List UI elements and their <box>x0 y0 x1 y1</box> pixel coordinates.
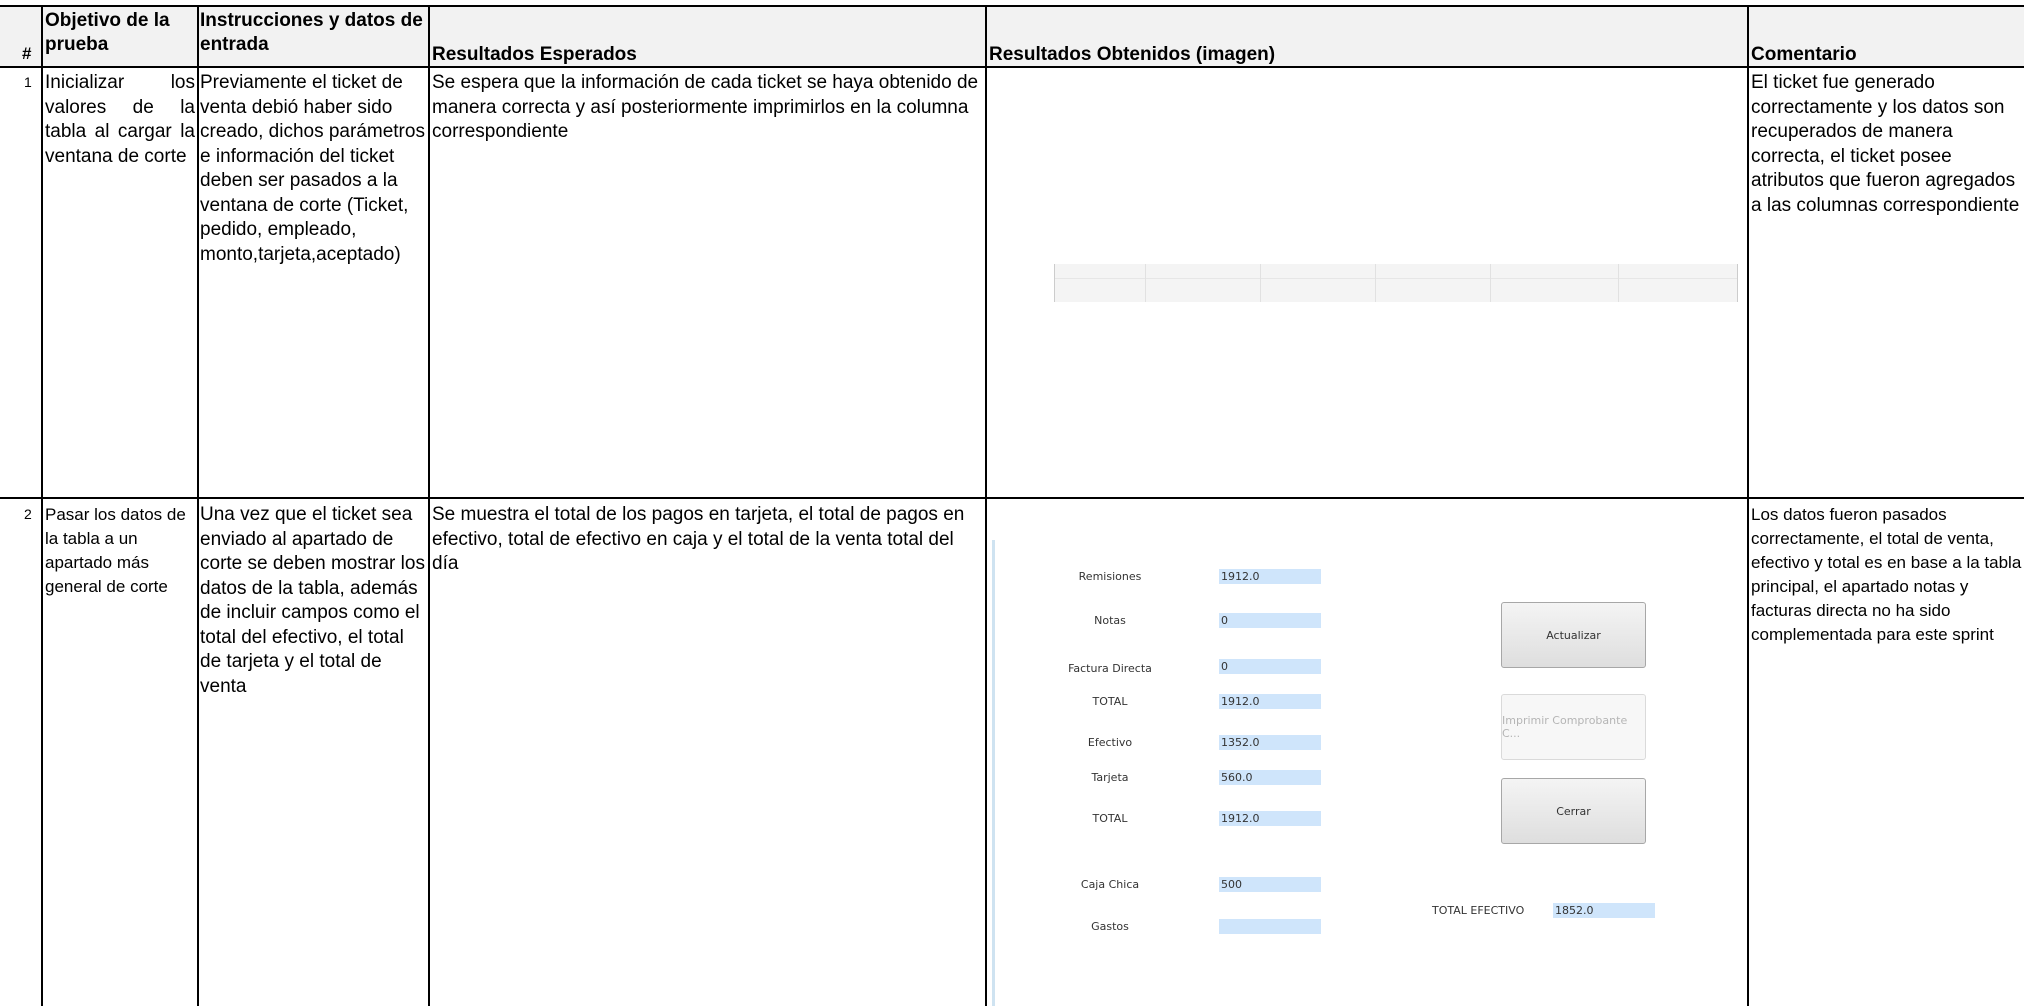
row-1-comentario: El ticket fue generado correctamente y l… <box>1751 72 2020 216</box>
actualizar-button[interactable]: Actualizar <box>1501 602 1646 668</box>
header-obtenidos: Resultados Obtenidos (imagen) <box>989 44 1276 65</box>
row-2-num: 2 <box>24 506 32 522</box>
row-1-esperados: Se espera que la información de cada tic… <box>432 72 979 142</box>
header-comentario: Comentario <box>1751 44 1857 65</box>
field-label-tarjeta: Tarjeta <box>1091 771 1129 784</box>
field-label-gastos: Gastos <box>1091 920 1129 933</box>
field-label-factura-directa: Factura Directa <box>1068 662 1152 675</box>
ticket-table-screenshot <box>1054 264 1738 302</box>
field-label-remisiones: Remisiones <box>1078 570 1142 583</box>
row-2-esperados: Se muestra el total de los pagos en tarj… <box>432 504 965 574</box>
row-2-instrucciones: Una vez que el ticket sea enviado al apa… <box>200 504 425 697</box>
col-divider-2 <box>197 6 199 1006</box>
header-esperados: Resultados Esperados <box>432 44 637 65</box>
field-label-efectivo: Efectivo <box>1087 736 1133 749</box>
row-1-bottom-border <box>0 497 2024 499</box>
header-num: # <box>22 44 32 63</box>
row-1-num: 1 <box>24 74 32 90</box>
header-instrucciones: Instrucciones y datos de entrada <box>200 10 423 55</box>
col-divider-3 <box>428 6 430 1006</box>
corte-window-screenshot: Remisiones 1912.0 Notas 0 Factura Direct… <box>992 540 1752 1006</box>
field-label-caja-chica: Caja Chica <box>1080 878 1140 891</box>
field-factura-directa[interactable]: 0 <box>1219 659 1321 674</box>
field-total-1[interactable]: 1912.0 <box>1219 694 1321 709</box>
total-efectivo-label: TOTAL EFECTIVO <box>1432 904 1525 917</box>
field-total-2[interactable]: 1912.0 <box>1219 811 1321 826</box>
field-gastos[interactable] <box>1219 919 1321 934</box>
header-bottom-border <box>0 66 2024 68</box>
field-label-total-1: TOTAL <box>1092 695 1128 708</box>
header-objetivo: Objetivo de la prueba <box>45 10 170 55</box>
cerrar-button[interactable]: Cerrar <box>1501 778 1646 844</box>
row-2-objetivo: Pasar los datos de la tabla a un apartad… <box>45 505 186 596</box>
col-divider-1 <box>41 6 43 1006</box>
col-divider-4 <box>985 6 987 1006</box>
field-efectivo[interactable]: 1352.0 <box>1219 735 1321 750</box>
field-remisiones[interactable]: 1912.0 <box>1219 569 1321 584</box>
field-tarjeta[interactable]: 560.0 <box>1219 770 1321 785</box>
field-caja-chica[interactable]: 500 <box>1219 877 1321 892</box>
row-1-instrucciones: Previamente el ticket de venta debió hab… <box>200 72 425 265</box>
field-notas[interactable]: 0 <box>1219 613 1321 628</box>
test-table: # Objetivo de la prueba Instrucciones y … <box>0 0 2024 1006</box>
col-divider-5 <box>1747 6 1749 1006</box>
table-top-border <box>0 5 2024 7</box>
total-efectivo-field[interactable]: 1852.0 <box>1553 903 1655 918</box>
row-2-comentario: Los datos fueron pasados correctamente, … <box>1751 505 2022 644</box>
imprimir-comprobante-button[interactable]: Imprimir Comprobante C... <box>1501 694 1646 760</box>
field-label-notas: Notas <box>1094 614 1126 627</box>
field-label-total-2: TOTAL <box>1092 812 1128 825</box>
row-1-objetivo: Inicializar los valores de la tabla al c… <box>45 72 195 167</box>
